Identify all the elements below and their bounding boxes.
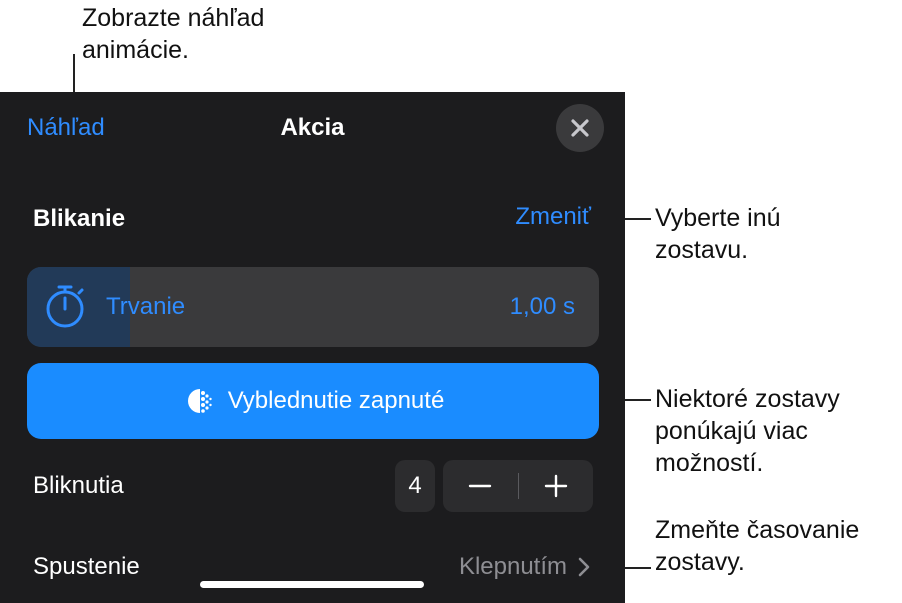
- increment-button[interactable]: [519, 460, 594, 512]
- blinks-count: 4: [395, 460, 435, 512]
- change-button[interactable]: Zmeniť: [515, 203, 591, 231]
- start-label: Spustenie: [33, 553, 140, 580]
- effect-name: Blikanie: [33, 205, 126, 232]
- start-selector[interactable]: Klepnutím: [459, 553, 591, 581]
- close-icon: [571, 119, 589, 137]
- callout-preview-line2: animácie.: [82, 36, 189, 64]
- callout-preview-line1: Zobrazte náhľad: [82, 4, 265, 32]
- chevron-right-icon: [577, 556, 591, 578]
- callout-options-line2: ponúkajú viac: [655, 417, 808, 445]
- callout-timing: Zmeňte časovanie zostavy.: [655, 514, 859, 578]
- preview-button[interactable]: Náhľad: [27, 114, 105, 142]
- fade-icon: [182, 385, 214, 417]
- home-indicator: [200, 581, 424, 588]
- callout-preview: Zobrazte náhľad animácie.: [82, 2, 264, 66]
- callout-options: Niektoré zostavy ponúkajú viac možností.: [655, 383, 840, 479]
- callout-options-line3: možností.: [655, 449, 764, 477]
- plus-icon: [544, 474, 567, 498]
- duration-slider[interactable]: Trvanie 1,00 s: [27, 267, 599, 347]
- close-button[interactable]: [556, 104, 604, 152]
- stopwatch-icon: [46, 285, 84, 328]
- duration-value: 1,00 s: [509, 293, 575, 320]
- callout-timing-line2: zostavy.: [655, 548, 745, 576]
- callout-timing-line1: Zmeňte časovanie: [655, 516, 860, 544]
- callout-change: Vyberte inú zostavu.: [655, 202, 781, 266]
- callout-change-line2: zostavu.: [655, 236, 749, 264]
- fade-toggle-label: Vyblednutie zapnuté: [227, 387, 445, 414]
- callout-options-line1: Niektoré zostavy: [655, 385, 840, 413]
- decrement-button[interactable]: [443, 460, 518, 512]
- minus-icon: [469, 484, 492, 488]
- action-panel: Akcia Náhľad Blikanie Zmeniť Trvanie 1,0…: [0, 92, 625, 603]
- blinks-label: Bliknutia: [33, 472, 124, 499]
- callout-change-line1: Vyberte inú: [655, 204, 781, 232]
- duration-label: Trvanie: [106, 293, 186, 320]
- start-value: Klepnutím: [458, 553, 567, 580]
- blinks-stepper: [443, 460, 593, 512]
- fade-toggle-button[interactable]: Vyblednutie zapnuté: [27, 363, 599, 439]
